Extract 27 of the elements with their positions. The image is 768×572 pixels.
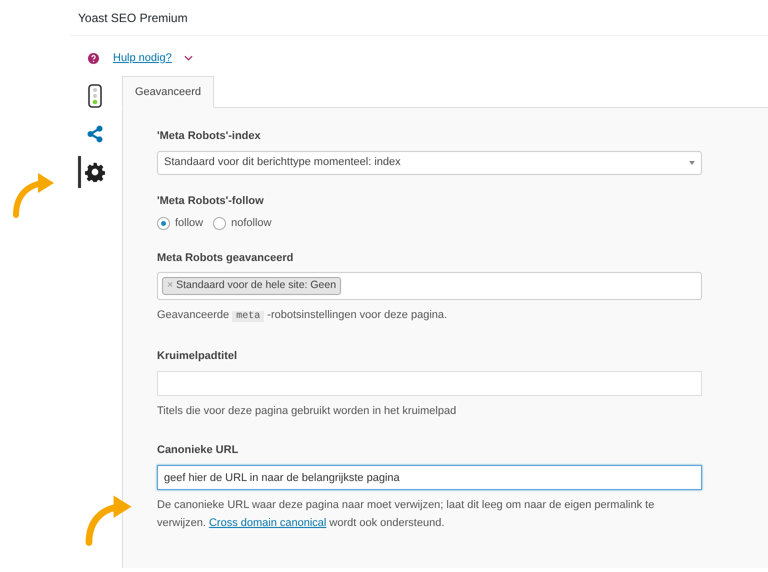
field-description: Titels die voor deze pagina gebruikt worden in het kruimelpad bbox=[157, 404, 458, 419]
field-label: Kruimelpadtitel bbox=[157, 349, 238, 364]
sidebar-item[interactable] bbox=[78, 156, 108, 188]
input-field[interactable]: geef hier de URL in naar de belangrijkste pagina bbox=[157, 465, 702, 490]
field-description: Geavanceerde meta -robotsinstellingen voor deze pagina. bbox=[157, 308, 448, 324]
panel-title: Yoast SEO Premium bbox=[78, 10, 188, 26]
input-field[interactable] bbox=[157, 371, 702, 396]
help-link[interactable]: Hulp nodig? bbox=[113, 50, 172, 66]
radio-label: follow bbox=[175, 216, 204, 231]
chevron-down-icon[interactable] bbox=[184, 55, 193, 61]
tab[interactable]: Geavanceerd bbox=[122, 76, 214, 108]
radio-label: nofollow bbox=[231, 216, 272, 231]
traffic-light-icon bbox=[88, 84, 102, 108]
field-label: Meta Robots geavanceerd bbox=[157, 250, 294, 266]
radio-button[interactable] bbox=[157, 216, 170, 230]
field-label: Canonieke URL bbox=[157, 443, 240, 458]
field-label: 'Meta Robots'-follow bbox=[157, 194, 265, 208]
multi-select-field[interactable]: × Standaard voor de hele site: Geen bbox=[157, 272, 702, 300]
radio-button[interactable] bbox=[213, 216, 226, 230]
selected-tag: × Standaard voor de hele site: Geen bbox=[162, 277, 342, 295]
help-icon bbox=[88, 52, 99, 64]
field-label: 'Meta Robots'-index bbox=[157, 129, 262, 144]
settings-icon bbox=[84, 162, 104, 182]
cross-domain-link[interactable]: Cross domain canonical bbox=[208, 517, 326, 529]
field-description: De canonieke URL waar deze pagina naar moet verwijzen; laat dit leeg om naar de eigen permalink te verwijzen. Cross domain canonical wordt ook ondersteund. bbox=[157, 498, 656, 531]
select-field[interactable]: Standaard voor dit berichttype momenteel: index bbox=[157, 150, 702, 174]
share-icon bbox=[86, 125, 104, 143]
